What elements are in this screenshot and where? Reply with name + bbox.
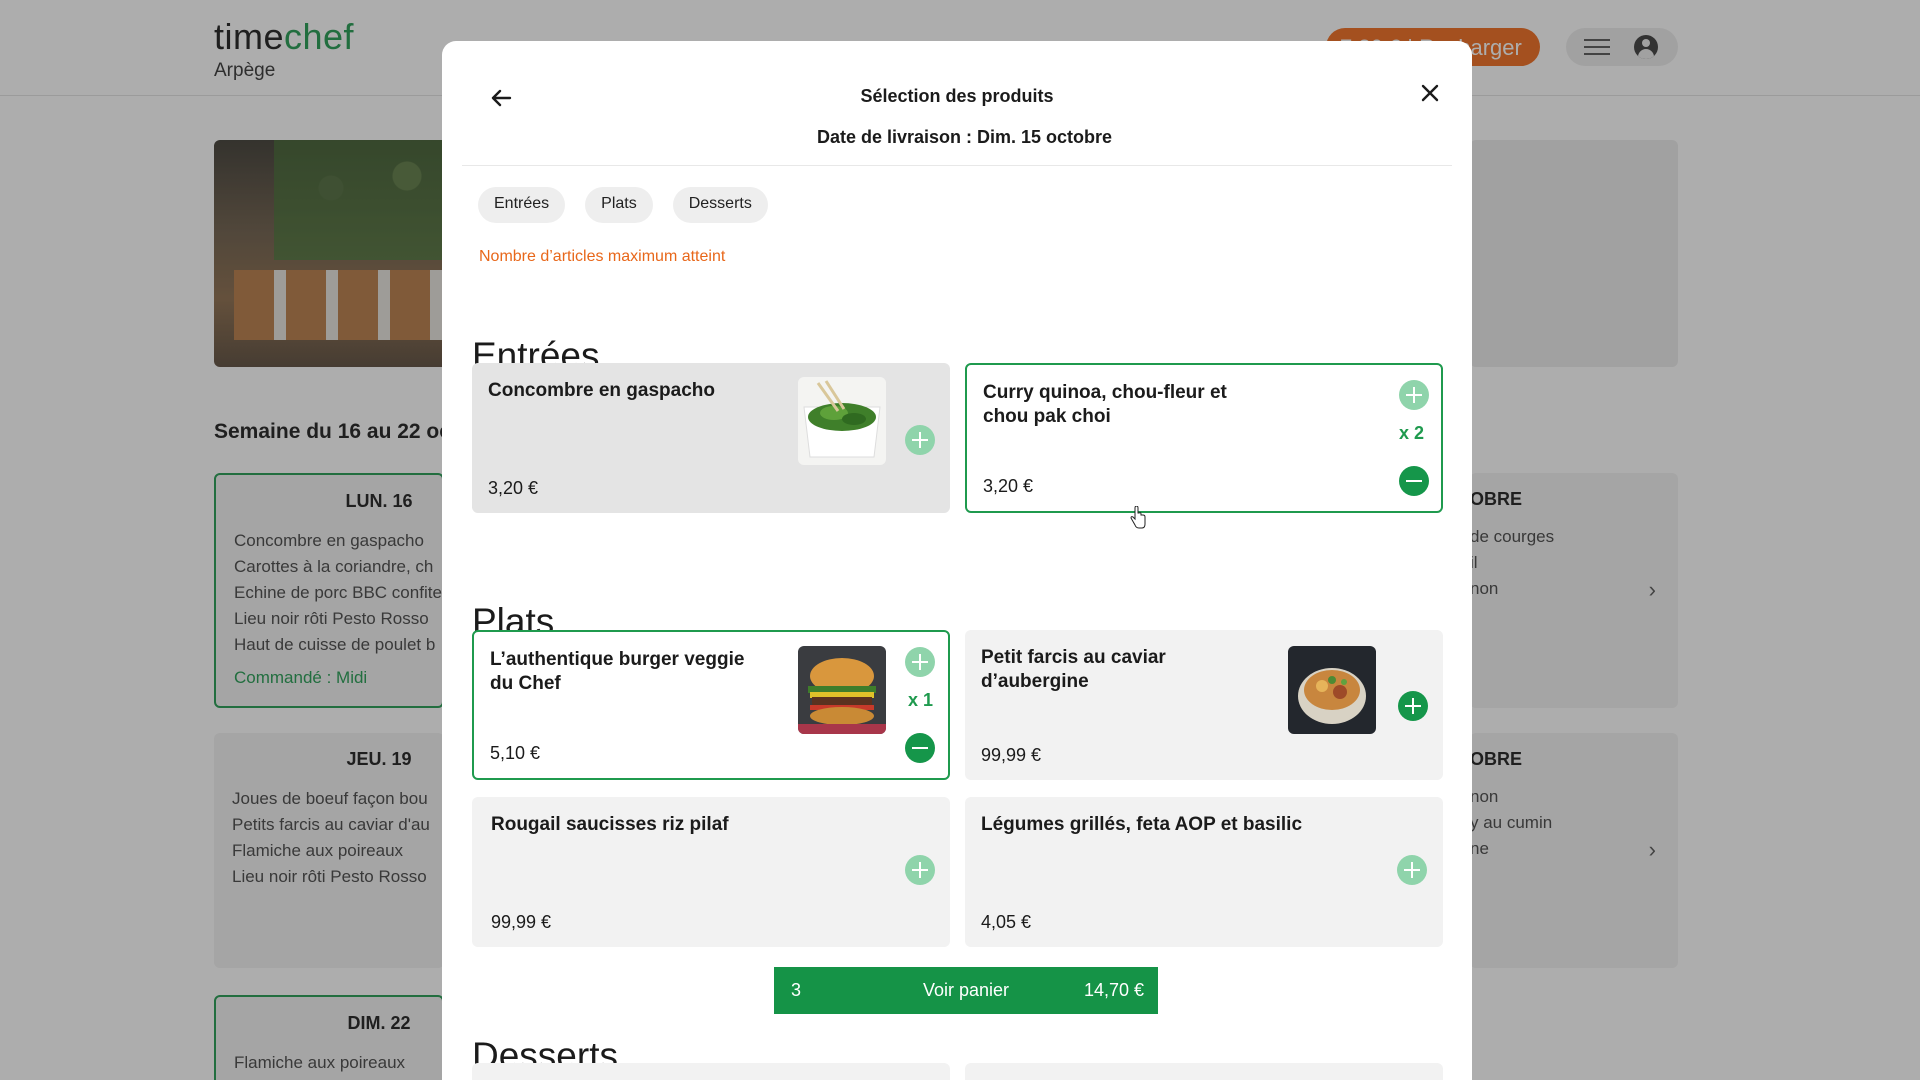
quantity-label: x 2	[1399, 423, 1425, 443]
product-card[interactable]: Légumes grillés, feta AOP et basilic 4,0…	[965, 797, 1443, 947]
remove-button[interactable]	[1399, 466, 1429, 496]
max-items-warning: Nombre d’articles maximum atteint	[479, 248, 726, 265]
product-image	[1288, 646, 1376, 734]
product-card[interactable]: Petit farcis au caviar d’aubergine 99,99…	[965, 630, 1443, 780]
close-icon[interactable]	[1415, 78, 1445, 108]
modal-header: Sélection des produits Date de livraison…	[462, 41, 1452, 166]
add-button[interactable]	[905, 647, 935, 677]
product-image	[798, 377, 886, 465]
chip-entrees[interactable]: Entrées	[478, 187, 566, 223]
product-card[interactable]: L’authentique burger veggie du Chef x 1 …	[472, 630, 950, 780]
category-chips: Entrées Plats Desserts	[478, 187, 768, 223]
product-image	[798, 646, 886, 734]
product-price: 99,99 €	[981, 745, 1042, 765]
product-name: Concombre en gaspacho	[488, 380, 715, 401]
quantity-label: x 1	[908, 690, 934, 710]
delivery-date: Date de livraison : Dim. 15 octobre	[816, 127, 1113, 147]
product-name: Rougail saucisses riz pilaf	[491, 814, 729, 835]
chip-plats[interactable]: Plats	[585, 187, 653, 223]
product-name: L’authentique burger veggie du Chef	[490, 649, 745, 694]
add-button[interactable]	[905, 855, 935, 885]
product-price: 4,05 €	[981, 912, 1032, 932]
add-button[interactable]	[1399, 380, 1429, 410]
product-card[interactable]	[472, 1063, 950, 1080]
chip-desserts[interactable]: Desserts	[672, 187, 768, 223]
product-name: Légumes grillés, feta AOP et basilic	[981, 814, 1303, 835]
product-card[interactable]: Curry quinoa, chou-fleur et chou pak cho…	[965, 363, 1443, 513]
remove-button[interactable]	[905, 733, 935, 763]
product-card[interactable]	[965, 1063, 1443, 1080]
cart-count: 3	[791, 980, 802, 1000]
modal-title: Sélection des produits	[860, 86, 1054, 106]
product-card[interactable]: Rougail saucisses riz pilaf 99,99 €	[472, 797, 950, 947]
product-price: 5,10 €	[490, 743, 541, 763]
hand-cursor-icon	[1129, 505, 1147, 530]
cart-total: 14,70 €	[1083, 980, 1144, 1000]
add-button[interactable]	[1398, 691, 1428, 721]
add-button[interactable]	[1397, 855, 1427, 885]
view-cart-button[interactable]: Voir panier 3 14,70 €	[774, 967, 1158, 1014]
product-price: 3,20 €	[983, 476, 1034, 496]
add-button[interactable]	[905, 425, 935, 455]
product-name: Curry quinoa, chou-fleur et chou pak cho…	[983, 382, 1227, 427]
product-name: Petit farcis au caviar d’aubergine	[981, 647, 1166, 692]
product-price: 3,20 €	[488, 478, 539, 498]
product-card[interactable]: Concombre en gaspacho 3,20 €	[472, 363, 950, 513]
product-selection-modal: Sélection des produits Date de livraison…	[442, 41, 1472, 1080]
product-price: 99,99 €	[491, 912, 552, 932]
